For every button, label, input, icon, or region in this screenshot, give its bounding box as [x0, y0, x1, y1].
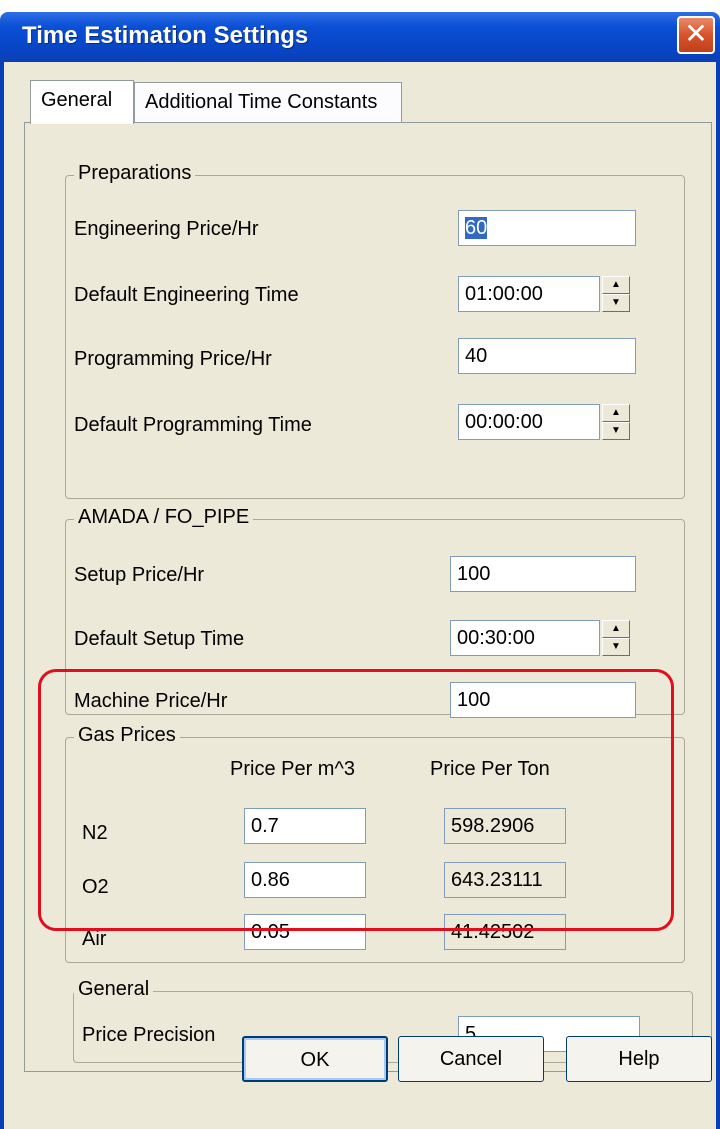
engineering-price-value: 60	[465, 217, 488, 239]
tab-additional-time-constants[interactable]: Additional Time Constants	[134, 82, 402, 122]
preparations-legend: Preparations	[74, 162, 196, 185]
tab-additional-label: Additional Time Constants	[145, 91, 378, 113]
close-button[interactable]: ✕	[677, 16, 715, 54]
default-setup-time-input[interactable]: 00:30:00	[450, 620, 600, 656]
dialog-client-area: General Additional Time Constants Prepar…	[0, 62, 720, 1129]
tab-general[interactable]: General	[30, 80, 134, 124]
setup-price-input[interactable]: 100	[450, 556, 636, 592]
default-programming-time-input[interactable]: 00:00:00	[458, 404, 600, 440]
title-bar: Time Estimation Settings ✕	[0, 12, 720, 62]
spin-down-icon[interactable]: ▼	[602, 422, 630, 440]
setup-time-spinner[interactable]: ▲ ▼	[602, 620, 630, 656]
spin-down-icon[interactable]: ▼	[602, 638, 630, 656]
spin-up-icon[interactable]: ▲	[602, 276, 630, 294]
spin-up-icon[interactable]: ▲	[602, 620, 630, 638]
engineering-price-input[interactable]: 60	[458, 210, 636, 246]
spin-up-icon[interactable]: ▲	[602, 404, 630, 422]
help-button[interactable]: Help	[566, 1036, 712, 1082]
close-icon: ✕	[684, 18, 708, 49]
gas-row-air-label: Air	[82, 928, 107, 950]
preparations-group: Preparations Engineering Price/Hr 60 Def…	[65, 162, 685, 499]
tab-general-label: General	[41, 89, 113, 111]
default-programming-time-label: Default Programming Time	[74, 414, 312, 436]
gas-prices-highlight-annotation	[38, 669, 674, 931]
spin-down-icon[interactable]: ▼	[602, 294, 630, 312]
ok-button[interactable]: OK	[242, 1036, 388, 1082]
amada-legend: AMADA / FO_PIPE	[74, 506, 254, 529]
price-precision-label: Price Precision	[82, 1024, 216, 1046]
programming-price-label: Programming Price/Hr	[74, 348, 272, 370]
default-setup-time-label: Default Setup Time	[74, 628, 245, 650]
engineering-price-label: Engineering Price/Hr	[74, 218, 259, 240]
default-engineering-time-input[interactable]: 01:00:00	[458, 276, 600, 312]
setup-price-label: Setup Price/Hr	[74, 564, 205, 586]
engineering-time-spinner[interactable]: ▲ ▼	[602, 276, 630, 312]
dialog-window: Time Estimation Settings ✕ General Addit…	[0, 12, 720, 1129]
default-engineering-time-label: Default Engineering Time	[74, 284, 299, 306]
programming-price-input[interactable]: 40	[458, 338, 636, 374]
general-legend: General	[74, 978, 154, 1001]
cancel-button[interactable]: Cancel	[398, 1036, 544, 1082]
window-title: Time Estimation Settings	[22, 22, 309, 49]
programming-time-spinner[interactable]: ▲ ▼	[602, 404, 630, 440]
